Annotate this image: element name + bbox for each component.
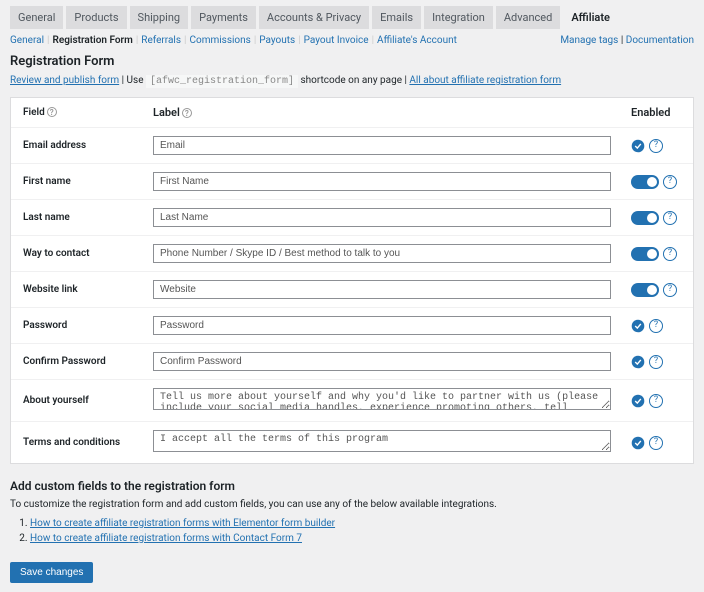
check-enabled-icon [631, 436, 645, 450]
field-label: Terms and conditions [23, 437, 153, 448]
subnav-active: Registration Form [52, 35, 132, 46]
form-row: Confirm Password? [11, 343, 693, 379]
manage-tags-link[interactable]: Manage tags [560, 35, 618, 46]
tab-payments[interactable]: Payments [191, 6, 256, 29]
custom-link-cf7[interactable]: How to create affiliate registration for… [30, 533, 302, 544]
form-row: Email address? [11, 127, 693, 163]
label-input[interactable] [153, 316, 611, 335]
label-input[interactable] [153, 208, 611, 227]
label-input[interactable] [153, 136, 611, 155]
subnav-referrals[interactable]: Referrals [141, 35, 181, 46]
all-about-link[interactable]: All about affiliate registration form [409, 75, 561, 86]
check-enabled-icon [631, 394, 645, 408]
field-label: Website link [23, 284, 153, 295]
help-icon[interactable]: ? [649, 355, 663, 369]
check-enabled-icon [631, 139, 645, 153]
header-field: Field? [23, 107, 153, 118]
field-label: First name [23, 176, 153, 187]
subnav-right: Manage tags | Documentation [560, 35, 694, 46]
tab-affiliate[interactable]: Affiliate [563, 6, 618, 29]
tab-emails[interactable]: Emails [372, 6, 421, 29]
check-enabled-icon [631, 319, 645, 333]
help-icon[interactable]: ? [649, 319, 663, 333]
tab-integration[interactable]: Integration [424, 6, 493, 29]
tab-general[interactable]: General [10, 6, 63, 29]
header-enabled: Enabled [631, 106, 681, 119]
subnav-payout-invoice[interactable]: Payout Invoice [304, 35, 369, 46]
custom-heading: Add custom fields to the registration fo… [10, 479, 694, 493]
field-label: Email address [23, 140, 153, 151]
tab-advanced[interactable]: Advanced [496, 6, 560, 29]
help-icon[interactable]: ? [47, 107, 57, 117]
enabled-toggle[interactable] [631, 211, 659, 225]
subtitle: Review and publish form | Use [afwc_regi… [10, 75, 694, 87]
form-row: Password? [11, 307, 693, 343]
save-button[interactable]: Save changes [10, 562, 93, 583]
header-label: Label? [153, 106, 611, 119]
subnav: General|Registration Form|Referrals|Comm… [10, 35, 694, 46]
form-row: First name? [11, 163, 693, 199]
form-row: Terms and conditionsI accept all the ter… [11, 421, 693, 463]
field-label: Last name [23, 212, 153, 223]
field-label: Confirm Password [23, 356, 153, 367]
primary-tabs: GeneralProductsShippingPaymentsAccounts … [10, 6, 694, 29]
field-label: About yourself [23, 395, 153, 406]
help-icon[interactable]: ? [649, 436, 663, 450]
label-input[interactable]: I accept all the terms of this program [153, 430, 611, 452]
help-icon[interactable]: ? [663, 283, 677, 297]
form-row: Last name? [11, 199, 693, 235]
label-input[interactable] [153, 244, 611, 263]
tab-accounts-privacy[interactable]: Accounts & Privacy [259, 6, 369, 29]
page-title: Registration Form [10, 54, 694, 69]
custom-desc: To customize the registration form and a… [10, 499, 694, 510]
label-input[interactable] [153, 352, 611, 371]
enabled-toggle[interactable] [631, 283, 659, 297]
form-row: Way to contact? [11, 235, 693, 271]
review-publish-link[interactable]: Review and publish form [10, 75, 119, 86]
tab-products[interactable]: Products [66, 6, 126, 29]
help-icon[interactable]: ? [663, 247, 677, 261]
custom-link-elementor[interactable]: How to create affiliate registration for… [30, 518, 335, 529]
field-label: Way to contact [23, 248, 153, 259]
enabled-toggle[interactable] [631, 247, 659, 261]
field-label: Password [23, 320, 153, 331]
form-row: Website link? [11, 271, 693, 307]
form-header: Field? Label? Enabled [11, 98, 693, 127]
custom-fields-section: Add custom fields to the registration fo… [10, 479, 694, 544]
subnav-general[interactable]: General [10, 35, 44, 46]
label-input[interactable]: Tell us more about yourself and why you'… [153, 388, 611, 410]
subnav-commissions[interactable]: Commissions [189, 35, 250, 46]
check-enabled-icon [631, 355, 645, 369]
subnav-payouts[interactable]: Payouts [259, 35, 295, 46]
form-row: About yourselfTell us more about yoursel… [11, 379, 693, 421]
enabled-toggle[interactable] [631, 175, 659, 189]
help-icon[interactable]: ? [649, 139, 663, 153]
help-icon[interactable]: ? [663, 175, 677, 189]
help-icon[interactable]: ? [663, 211, 677, 225]
help-icon[interactable]: ? [182, 108, 192, 118]
documentation-link[interactable]: Documentation [626, 35, 694, 46]
registration-form-panel: Field? Label? Enabled Email address?Firs… [10, 97, 694, 464]
help-icon[interactable]: ? [649, 394, 663, 408]
shortcode: [afwc_registration_form] [146, 75, 298, 88]
label-input[interactable] [153, 172, 611, 191]
subnav-affiliate-s-account[interactable]: Affiliate's Account [377, 35, 457, 46]
tab-shipping[interactable]: Shipping [130, 6, 189, 29]
label-input[interactable] [153, 280, 611, 299]
